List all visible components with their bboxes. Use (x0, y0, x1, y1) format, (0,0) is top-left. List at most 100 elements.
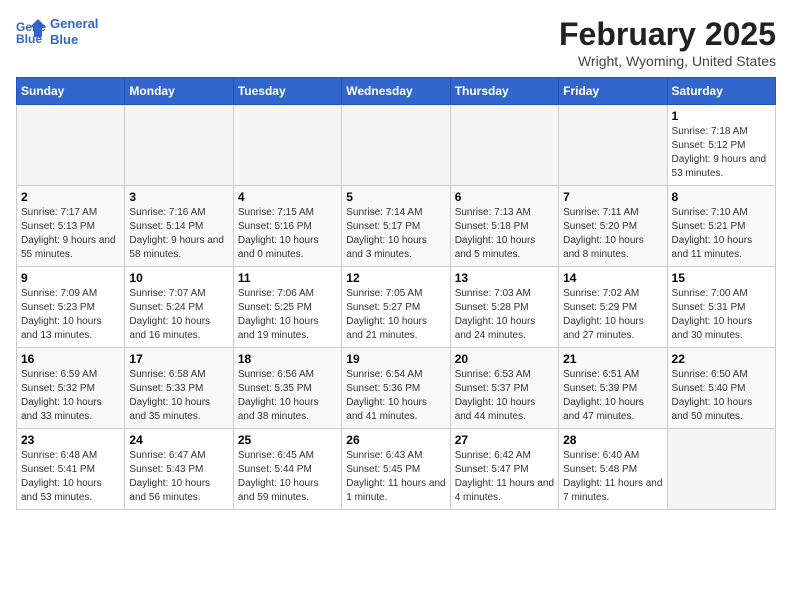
day-info: Sunrise: 7:02 AMSunset: 5:29 PMDaylight:… (563, 287, 662, 343)
day-cell: 5 Sunrise: 7:14 AMSunset: 5:17 PMDaylight… (342, 186, 450, 267)
day-cell: 14 Sunrise: 7:02 AMSunset: 5:29 PMDayligh… (559, 267, 667, 348)
day-cell: 16 Sunrise: 6:59 AMSunset: 5:32 PMDayligh… (17, 348, 125, 429)
day-info: Sunrise: 7:10 AMSunset: 5:21 PMDaylight:… (672, 206, 771, 262)
day-number: 7 (563, 190, 662, 204)
day-info: Sunrise: 6:40 AMSunset: 5:48 PMDaylight:… (563, 449, 662, 505)
logo-text-general: General (50, 16, 98, 32)
day-number: 16 (21, 352, 120, 366)
day-info: Sunrise: 6:45 AMSunset: 5:44 PMDaylight:… (238, 449, 337, 505)
day-cell: 7Sunrise: 7:11 AMSunset: 5:20 PMDaylight… (559, 186, 667, 267)
day-info: Sunrise: 7:15 AMSunset: 5:16 PMDaylight:… (238, 206, 337, 262)
weekday-header-thursday: Thursday (450, 78, 558, 105)
day-info: Sunrise: 6:47 AMSunset: 5:43 PMDaylight:… (129, 449, 228, 505)
day-number: 15 (672, 271, 771, 285)
day-cell (17, 105, 125, 186)
day-number: 11 (238, 271, 337, 285)
day-info: Sunrise: 6:48 AMSunset: 5:41 PMDaylight:… (21, 449, 120, 505)
day-cell: 23 Sunrise: 6:48 AMSunset: 5:41 PMDayligh… (17, 429, 125, 510)
day-info: Sunrise: 7:18 AMSunset: 5:12 PMDaylight:… (672, 125, 771, 181)
day-cell: 28 Sunrise: 6:40 AMSunset: 5:48 PMDayligh… (559, 429, 667, 510)
day-info: Sunrise: 6:59 AMSunset: 5:32 PMDaylight:… (21, 368, 120, 424)
title-area: February 2025 Wright, Wyoming, United St… (559, 16, 776, 69)
day-number: 25 (238, 433, 337, 447)
day-number: 24 (129, 433, 228, 447)
day-info: Sunrise: 6:54 AMSunset: 5:36 PMDaylight:… (346, 368, 445, 424)
day-info: Sunrise: 7:16 AMSunset: 5:14 PMDaylight:… (129, 206, 228, 262)
day-info: Sunrise: 7:13 AMSunset: 5:18 PMDaylight:… (455, 206, 554, 262)
day-info: Sunrise: 6:56 AMSunset: 5:35 PMDaylight:… (238, 368, 337, 424)
day-number: 6 (455, 190, 554, 204)
day-number: 23 (21, 433, 120, 447)
day-cell: 8 Sunrise: 7:10 AMSunset: 5:21 PMDaylight… (667, 186, 775, 267)
day-number: 18 (238, 352, 337, 366)
month-title: February 2025 (559, 16, 776, 53)
logo-icon: General Blue (16, 17, 46, 47)
week-row-3: 9Sunrise: 7:09 AMSunset: 5:23 PMDaylight… (17, 267, 776, 348)
weekday-header-saturday: Saturday (667, 78, 775, 105)
day-cell: 22 Sunrise: 6:50 AMSunset: 5:40 PMDayligh… (667, 348, 775, 429)
day-number: 10 (129, 271, 228, 285)
week-row-4: 16 Sunrise: 6:59 AMSunset: 5:32 PMDayligh… (17, 348, 776, 429)
day-number: 14 (563, 271, 662, 285)
day-cell: 20Sunrise: 6:53 AMSunset: 5:37 PMDayligh… (450, 348, 558, 429)
day-number: 4 (238, 190, 337, 204)
day-number: 3 (129, 190, 228, 204)
day-cell: 6 Sunrise: 7:13 AMSunset: 5:18 PMDaylight… (450, 186, 558, 267)
day-number: 17 (129, 352, 228, 366)
day-cell: 19 Sunrise: 6:54 AMSunset: 5:36 PMDayligh… (342, 348, 450, 429)
day-number: 5 (346, 190, 445, 204)
day-cell: 21Sunrise: 6:51 AMSunset: 5:39 PMDayligh… (559, 348, 667, 429)
day-cell (233, 105, 341, 186)
day-cell: 10 Sunrise: 7:07 AMSunset: 5:24 PMDayligh… (125, 267, 233, 348)
day-cell (559, 105, 667, 186)
day-number: 1 (672, 109, 771, 123)
day-info: Sunrise: 7:07 AMSunset: 5:24 PMDaylight:… (129, 287, 228, 343)
day-number: 13 (455, 271, 554, 285)
day-cell (125, 105, 233, 186)
day-number: 22 (672, 352, 771, 366)
location-title: Wright, Wyoming, United States (559, 53, 776, 69)
day-cell: 25 Sunrise: 6:45 AMSunset: 5:44 PMDayligh… (233, 429, 341, 510)
day-info: Sunrise: 6:58 AMSunset: 5:33 PMDaylight:… (129, 368, 228, 424)
day-cell (667, 429, 775, 510)
weekday-header-monday: Monday (125, 78, 233, 105)
day-cell: 24 Sunrise: 6:47 AMSunset: 5:43 PMDayligh… (125, 429, 233, 510)
day-number: 2 (21, 190, 120, 204)
day-number: 27 (455, 433, 554, 447)
day-cell: 11 Sunrise: 7:06 AMSunset: 5:25 PMDayligh… (233, 267, 341, 348)
day-info: Sunrise: 6:53 AMSunset: 5:37 PMDaylight:… (455, 368, 554, 424)
weekday-header-row: SundayMondayTuesdayWednesdayThursdayFrid… (17, 78, 776, 105)
weekday-header-sunday: Sunday (17, 78, 125, 105)
day-number: 8 (672, 190, 771, 204)
day-number: 28 (563, 433, 662, 447)
day-cell: 26Sunrise: 6:43 AMSunset: 5:45 PMDayligh… (342, 429, 450, 510)
week-row-5: 23 Sunrise: 6:48 AMSunset: 5:41 PMDayligh… (17, 429, 776, 510)
weekday-header-tuesday: Tuesday (233, 78, 341, 105)
day-cell: 27Sunrise: 6:42 AMSunset: 5:47 PMDayligh… (450, 429, 558, 510)
day-info: Sunrise: 6:43 AMSunset: 5:45 PMDaylight:… (346, 449, 445, 505)
weekday-header-friday: Friday (559, 78, 667, 105)
day-cell (342, 105, 450, 186)
day-info: Sunrise: 7:05 AMSunset: 5:27 PMDaylight:… (346, 287, 445, 343)
logo-text-blue: Blue (50, 32, 98, 48)
week-row-1: 1 Sunrise: 7:18 AMSunset: 5:12 PMDaylight… (17, 105, 776, 186)
day-cell: 3 Sunrise: 7:16 AMSunset: 5:14 PMDaylight… (125, 186, 233, 267)
day-cell: 4 Sunrise: 7:15 AMSunset: 5:16 PMDaylight… (233, 186, 341, 267)
day-cell: 18 Sunrise: 6:56 AMSunset: 5:35 PMDayligh… (233, 348, 341, 429)
calendar-table: SundayMondayTuesdayWednesdayThursdayFrid… (16, 77, 776, 510)
day-number: 19 (346, 352, 445, 366)
day-cell: 12Sunrise: 7:05 AMSunset: 5:27 PMDayligh… (342, 267, 450, 348)
day-info: Sunrise: 7:00 AMSunset: 5:31 PMDaylight:… (672, 287, 771, 343)
day-info: Sunrise: 7:14 AMSunset: 5:17 PMDaylight:… (346, 206, 445, 262)
day-info: Sunrise: 7:03 AMSunset: 5:28 PMDaylight:… (455, 287, 554, 343)
day-cell: 15 Sunrise: 7:00 AMSunset: 5:31 PMDayligh… (667, 267, 775, 348)
day-cell (450, 105, 558, 186)
page-header: General Blue General Blue February 2025 … (16, 16, 776, 69)
weekday-header-wednesday: Wednesday (342, 78, 450, 105)
day-info: Sunrise: 7:06 AMSunset: 5:25 PMDaylight:… (238, 287, 337, 343)
week-row-2: 2Sunrise: 7:17 AMSunset: 5:13 PMDaylight… (17, 186, 776, 267)
day-cell: 1 Sunrise: 7:18 AMSunset: 5:12 PMDaylight… (667, 105, 775, 186)
day-cell: 9Sunrise: 7:09 AMSunset: 5:23 PMDaylight… (17, 267, 125, 348)
day-info: Sunrise: 6:50 AMSunset: 5:40 PMDaylight:… (672, 368, 771, 424)
day-number: 21 (563, 352, 662, 366)
